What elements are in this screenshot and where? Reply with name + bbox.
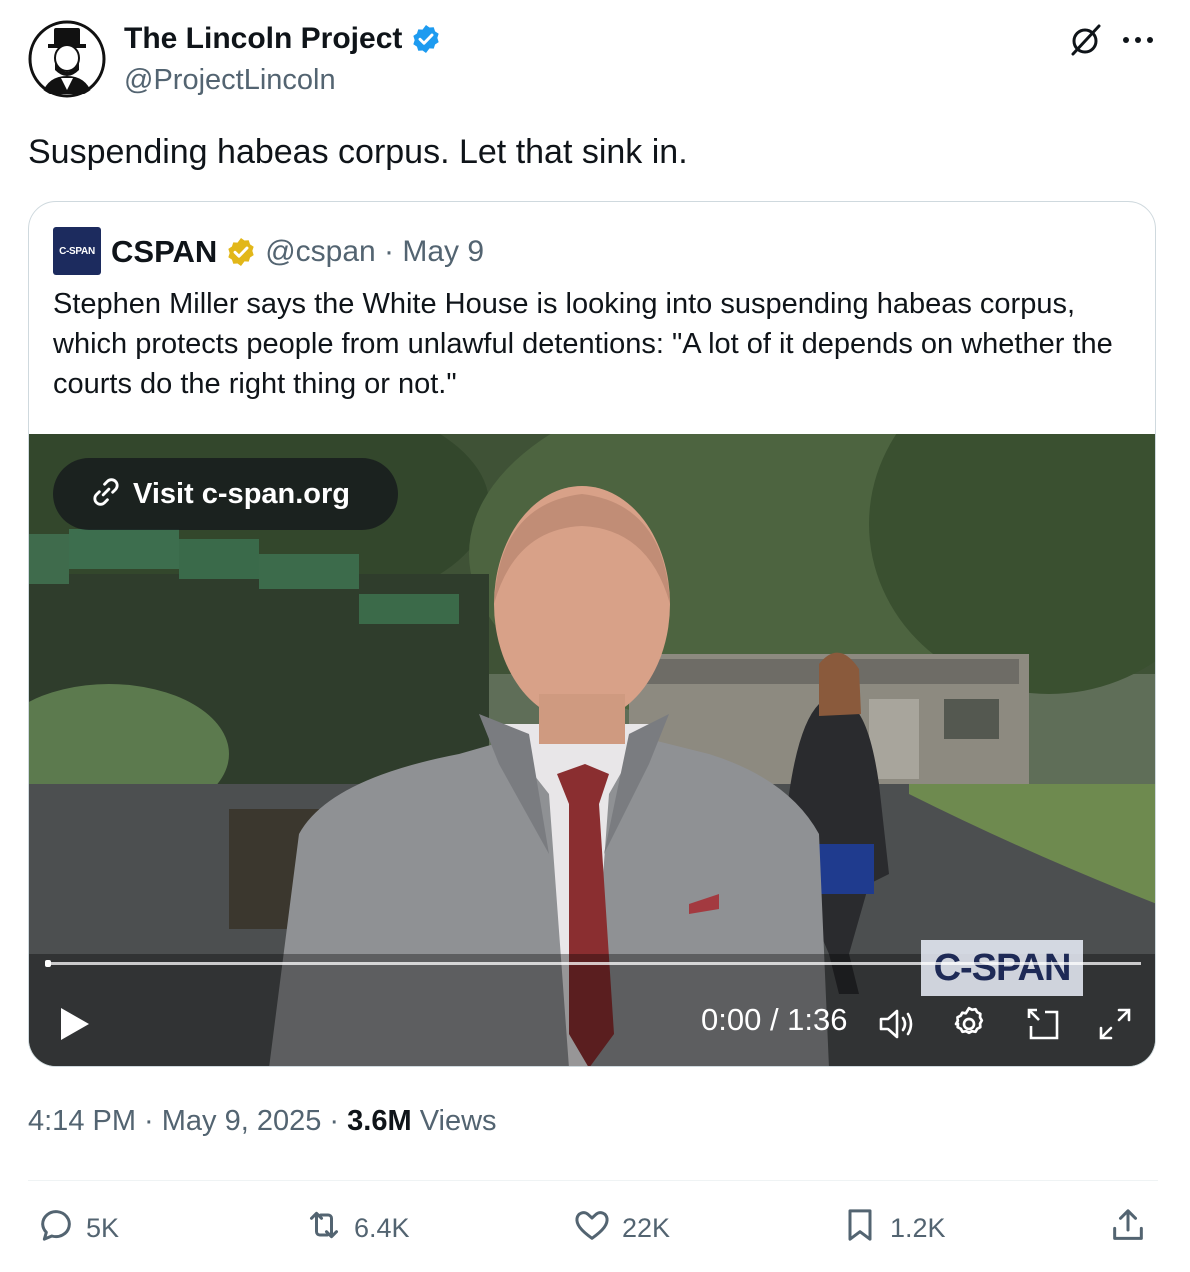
more-icon[interactable] (1118, 22, 1158, 58)
author-handle[interactable]: @ProjectLincoln (124, 64, 336, 97)
video-progress-knob[interactable] (45, 960, 51, 967)
visit-link-button[interactable]: Visit c-span.org (53, 458, 398, 530)
like-button[interactable]: 22K (572, 1206, 670, 1250)
author-avatar[interactable] (28, 20, 106, 98)
verified-icon (225, 236, 257, 268)
pip-icon[interactable] (1023, 1004, 1063, 1044)
quoted-header: CSPAN @cspan · May 9 (111, 230, 484, 274)
repost-button[interactable]: 6.4K (304, 1206, 410, 1250)
video-time: 0:00 / 1:36 (701, 1002, 848, 1037)
share-button[interactable] (1108, 1206, 1148, 1250)
tweet-meta: 4:14 PM · May 9, 2025 · 3.6M Views (28, 1105, 497, 1138)
video-progress-bar[interactable] (45, 960, 1141, 967)
quoted-avatar[interactable]: C-SPAN (53, 227, 101, 275)
grok-icon[interactable] (1068, 22, 1104, 58)
views-count: 3.6M (347, 1105, 412, 1137)
like-icon (572, 1205, 612, 1252)
share-icon (1108, 1205, 1148, 1252)
verified-icon (410, 23, 442, 55)
quoted-name[interactable]: CSPAN (111, 234, 217, 270)
bookmark-icon (840, 1205, 880, 1252)
bookmark-count: 1.2K (890, 1212, 946, 1243)
author-name-text[interactable]: The Lincoln Project (124, 22, 402, 56)
like-count: 22K (622, 1212, 671, 1243)
fullscreen-icon[interactable] (1095, 1004, 1135, 1044)
bookmark-button[interactable]: 1.2K (840, 1206, 946, 1250)
quoted-text: Stephen Miller says the White House is l… (53, 288, 1113, 400)
timestamp[interactable]: 4:14 PM · May 9, 2025 · (28, 1105, 347, 1137)
reply-button[interactable]: 5K (36, 1206, 119, 1250)
quoted-handle-date[interactable]: @cspan · May 9 (265, 235, 484, 269)
reply-icon (36, 1205, 76, 1252)
reply-count: 5K (86, 1212, 120, 1243)
video-player[interactable]: Visit c-span.org C-SPAN 0:00 / 1:36 (29, 434, 1155, 1066)
settings-icon[interactable] (949, 1004, 989, 1044)
cspan-watermark: C-SPAN (921, 940, 1083, 996)
repost-icon (304, 1205, 344, 1252)
views-label: Views (411, 1105, 497, 1137)
play-icon[interactable] (57, 1004, 93, 1044)
visit-link-label: Visit c-span.org (133, 477, 351, 510)
repost-count: 6.4K (354, 1212, 410, 1243)
divider (28, 1180, 1158, 1181)
link-icon (89, 475, 123, 514)
volume-icon[interactable] (877, 1004, 917, 1044)
tweet-text: Suspending habeas corpus. Let that sink … (28, 133, 688, 171)
quoted-tweet[interactable]: C-SPAN CSPAN @cspan · May 9 Stephen Mill… (28, 201, 1156, 1067)
author-name[interactable]: The Lincoln Project (124, 22, 442, 56)
